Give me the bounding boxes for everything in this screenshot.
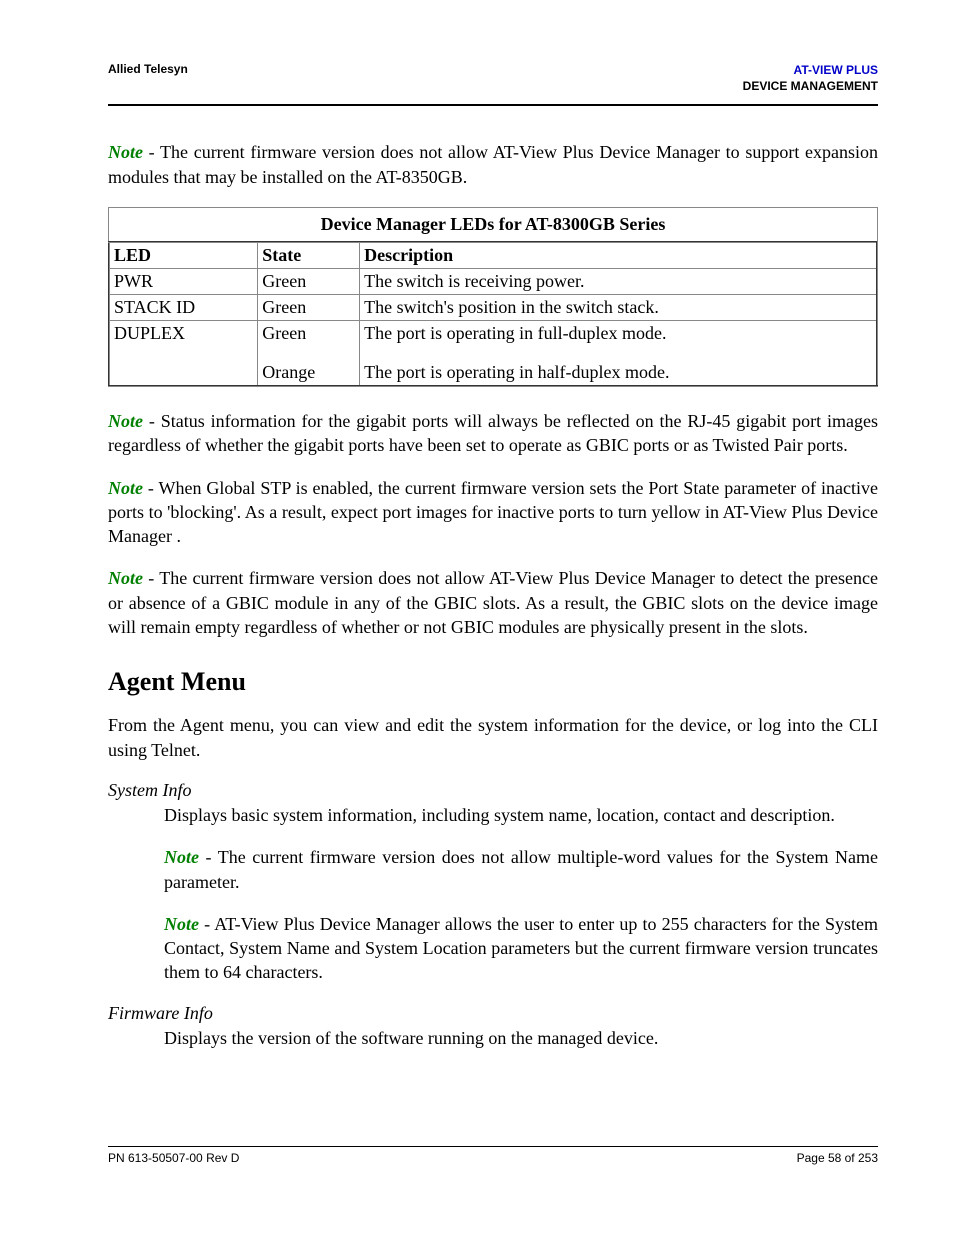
cell-state: Green <box>258 294 360 320</box>
product-name: AT-VIEW PLUS <box>794 63 878 77</box>
cell-led: STACK ID <box>109 294 258 320</box>
note-paragraph: Note - The current firmware version does… <box>164 845 878 894</box>
note-text: - The current firmware version does not … <box>108 142 878 186</box>
note-paragraph: Note - AT-View Plus Device Manager allow… <box>164 912 878 985</box>
note-paragraph: Note - The current firmware version does… <box>108 140 878 189</box>
col-state: State <box>258 242 360 269</box>
cell-state: Green <box>258 268 360 294</box>
document-section: DEVICE MANAGEMENT <box>743 79 878 93</box>
note-paragraph: Note - Status information for the gigabi… <box>108 409 878 458</box>
page-header: Allied Telesyn AT-VIEW PLUS DEVICE MANAG… <box>108 62 878 106</box>
note-label: Note <box>108 568 143 588</box>
footer-right: Page 58 of 253 <box>797 1151 878 1165</box>
definition-term: System Info <box>108 780 878 801</box>
note-paragraph: Note - When Global STP is enabled, the c… <box>108 476 878 549</box>
state-value: Orange <box>262 362 355 383</box>
section-heading: Agent Menu <box>108 667 878 697</box>
definition-desc: Displays basic system information, inclu… <box>164 803 878 827</box>
header-left: Allied Telesyn <box>108 62 188 76</box>
definition-term: Firmware Info <box>108 1003 878 1024</box>
note-label: Note <box>164 914 199 934</box>
col-led: LED <box>109 242 258 269</box>
note-label: Note <box>164 847 199 867</box>
cell-state: Green Orange <box>258 320 360 386</box>
cell-desc: The switch is receiving power. <box>360 268 877 294</box>
note-label: Note <box>108 478 143 498</box>
cell-desc: The switch's position in the switch stac… <box>360 294 877 320</box>
note-label: Note <box>108 411 143 431</box>
cell-led: DUPLEX <box>109 320 258 386</box>
note-text: - Status information for the gigabit por… <box>108 411 878 455</box>
page-footer: PN 613-50507-00 Rev D Page 58 of 253 <box>108 1146 878 1165</box>
table-row: DUPLEX Green Orange The port is operatin… <box>109 320 877 386</box>
note-text: - The current firmware version does not … <box>164 847 878 891</box>
state-value: Green <box>262 323 355 344</box>
note-text: - The current firmware version does not … <box>108 568 878 637</box>
footer-left: PN 613-50507-00 Rev D <box>108 1151 239 1165</box>
col-desc: Description <box>360 242 877 269</box>
cell-led: PWR <box>109 268 258 294</box>
table-caption: Device Manager LEDs for AT-8300GB Series <box>108 207 878 241</box>
definition-desc: Displays the version of the software run… <box>164 1026 878 1050</box>
table-header-row: LED State Description <box>109 242 877 269</box>
note-paragraph: Note - The current firmware version does… <box>108 566 878 639</box>
cell-desc: The port is operating in full-duplex mod… <box>360 320 877 386</box>
table-row: STACK ID Green The switch's position in … <box>109 294 877 320</box>
note-label: Note <box>108 142 143 162</box>
note-text: - AT-View Plus Device Manager allows the… <box>164 914 878 983</box>
header-right: AT-VIEW PLUS DEVICE MANAGEMENT <box>743 62 878 94</box>
section-intro: From the Agent menu, you can view and ed… <box>108 713 878 762</box>
note-text: - When Global STP is enabled, the curren… <box>108 478 878 547</box>
led-table: Device Manager LEDs for AT-8300GB Series… <box>108 207 878 387</box>
desc-value: The port is operating in half-duplex mod… <box>364 362 872 383</box>
table-row: PWR Green The switch is receiving power. <box>109 268 877 294</box>
desc-value: The port is operating in full-duplex mod… <box>364 323 872 344</box>
